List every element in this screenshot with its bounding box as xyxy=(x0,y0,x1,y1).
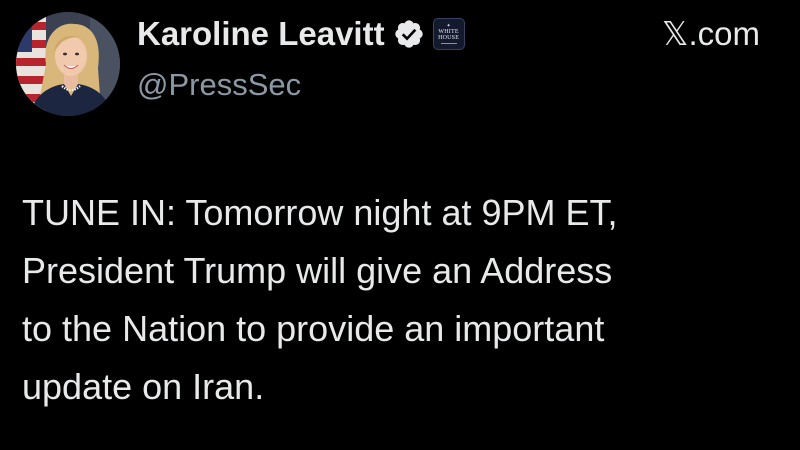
badge-rule xyxy=(440,43,457,44)
avatar[interactable] xyxy=(16,12,120,116)
author-handle[interactable]: @PressSec xyxy=(137,65,301,105)
tweet-text-line: to the Nation to provide an important xyxy=(22,308,605,349)
tweet-text-line: President Trump will give an Address xyxy=(22,250,613,291)
author-name-row: Karoline Leavitt ✦ WHITE HOUSE xyxy=(137,12,465,56)
verified-badge-icon[interactable] xyxy=(393,18,425,50)
badge-label-line2: HOUSE xyxy=(438,35,460,41)
author-display-name[interactable]: Karoline Leavitt xyxy=(137,12,385,56)
tweet-text-line: update on Iran. xyxy=(22,366,265,407)
tweet-text: TUNE IN: Tomorrow night at 9PM ET, Presi… xyxy=(22,184,792,416)
avatar-photo xyxy=(16,12,120,116)
x-com-source-label: 𝕏.com xyxy=(661,15,760,52)
tweet-card: Karoline Leavitt ✦ WHITE HOUSE @PressSec… xyxy=(0,0,800,450)
tweet-text-line: TUNE IN: Tomorrow night at 9PM ET, xyxy=(22,192,618,233)
white-house-affiliate-badge-icon[interactable]: ✦ WHITE HOUSE xyxy=(432,18,465,50)
